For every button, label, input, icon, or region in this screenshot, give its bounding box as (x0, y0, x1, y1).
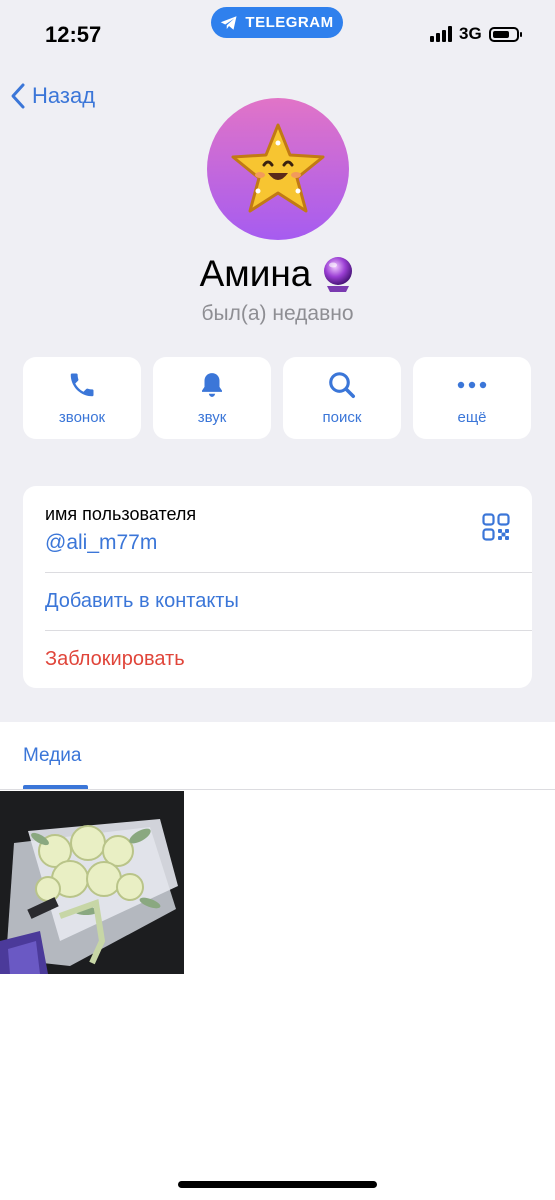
telegram-pill-label: TELEGRAM (245, 14, 334, 31)
phone-icon (70, 373, 94, 397)
username-value[interactable]: @ali_m77m (45, 531, 157, 555)
call-button[interactable]: звонок (23, 357, 141, 439)
chevron-left-icon (11, 83, 25, 109)
call-button-label: звонок (58, 409, 106, 426)
action-buttons: звонок звук поиск ещё (23, 357, 531, 439)
status-time: 12:57 (45, 22, 102, 47)
star-emoji-icon (231, 123, 325, 213)
status-indicators: 3G (430, 24, 522, 44)
search-icon (329, 372, 355, 398)
profile-name-text: Амина (199, 253, 312, 294)
more-button-label: ещё (457, 409, 487, 426)
back-button[interactable]: Назад (10, 82, 95, 110)
avatar[interactable] (207, 98, 349, 240)
signal-icon (430, 26, 452, 42)
add-contact-button[interactable]: Добавить в контакты (45, 572, 532, 630)
search-button[interactable]: поиск (283, 357, 401, 439)
telegram-pill[interactable]: TELEGRAM (211, 7, 343, 38)
last-seen-status: был(а) недавно (201, 302, 354, 325)
username-label: имя пользователя (45, 504, 197, 524)
more-button[interactable]: ещё (413, 357, 531, 439)
tab-media[interactable]: Медиа (23, 745, 81, 767)
more-icon (457, 381, 487, 389)
profile-name: Амина (0, 253, 555, 295)
contact-info-card: имя пользователя @ali_m77m Добавить в ко… (23, 486, 532, 688)
telegram-icon (221, 15, 237, 30)
back-label: Назад (32, 83, 96, 108)
sound-button-label: звук (197, 409, 227, 426)
flower-bouquet-image (0, 791, 184, 974)
username-row[interactable]: имя пользователя @ali_m77m (45, 486, 532, 572)
crystal-ball-icon (324, 257, 353, 292)
search-button-label: поиск (322, 409, 362, 426)
block-button[interactable]: Заблокировать (45, 630, 532, 688)
network-type: 3G (459, 24, 482, 43)
home-indicator[interactable] (178, 1181, 377, 1188)
divider (0, 789, 555, 790)
battery-icon (488, 26, 522, 42)
bell-icon (202, 373, 222, 397)
media-thumbnail[interactable] (0, 791, 184, 974)
sound-button[interactable]: звук (153, 357, 271, 439)
qr-code-icon[interactable] (482, 513, 510, 541)
